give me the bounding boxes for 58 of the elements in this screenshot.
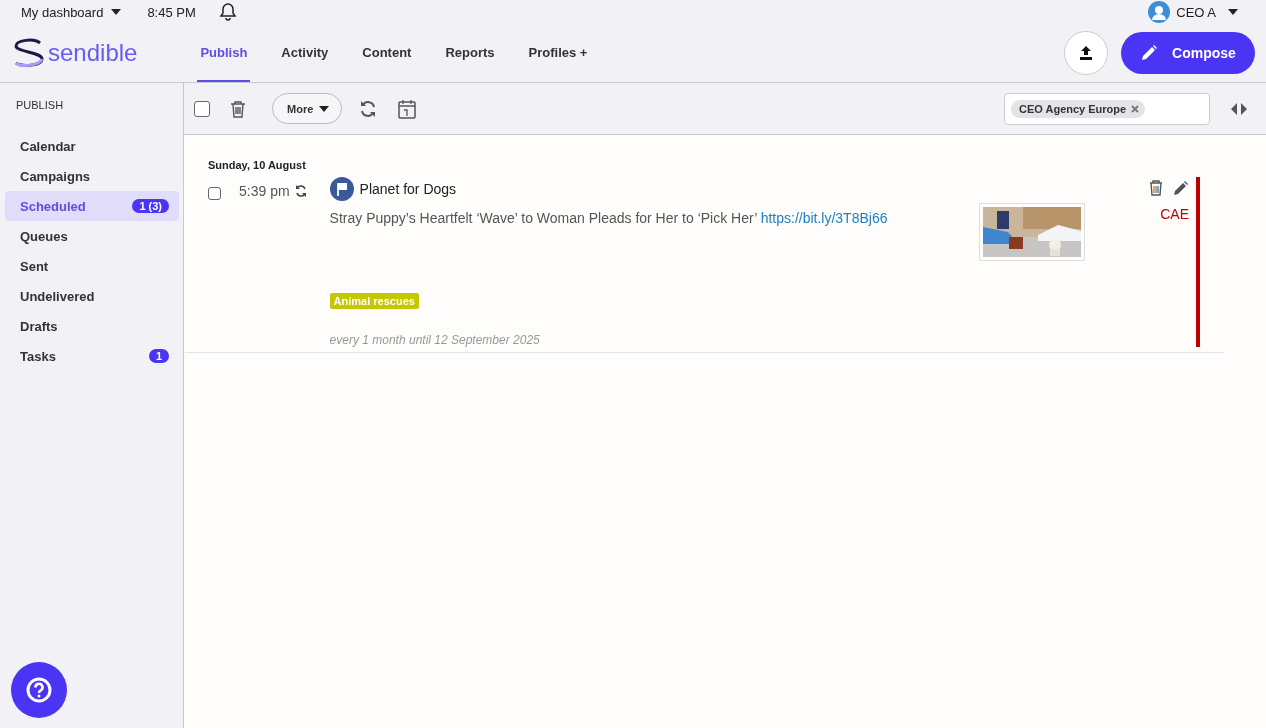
upload-button[interactable] [1064, 31, 1108, 75]
nav-tab[interactable]: Profiles + [525, 24, 591, 82]
date-heading: Sunday, 10 August [208, 159, 307, 171]
trash-icon[interactable] [1149, 180, 1163, 196]
profile-name: Planet for Dogs [359, 181, 457, 197]
bell-icon[interactable] [217, 2, 238, 22]
sidebar-item[interactable]: Campaigns [5, 161, 179, 191]
dashboard-menu[interactable]: My dashboard [21, 4, 122, 20]
edit-icon[interactable] [1173, 180, 1189, 196]
nav-tab[interactable]: Activity [278, 24, 332, 82]
filter-chip[interactable]: CEO Agency Europe [1011, 99, 1146, 118]
item-label: Drafts [20, 318, 58, 334]
logo-drawing[interactable]: sendible [12, 38, 138, 68]
repeat-icon [293, 184, 308, 198]
sidebar-item[interactable]: Sent [5, 251, 179, 281]
caret-icon[interactable] [1228, 9, 1238, 15]
section-heading: PUBLISH [15, 98, 65, 113]
help-icon [25, 676, 53, 704]
clock-time: 8:45 PM [147, 4, 196, 20]
count-badge: 1 (3) [132, 199, 169, 213]
item-label: Tasks [20, 348, 56, 364]
post-checkbox[interactable] [208, 187, 221, 200]
post-text: Stray Puppy’s Heartfelt ‘Wave’ to Woman Pleads for Her to ‘Pick Her’ https://bit.ly/3T8Bj66 [329, 209, 888, 228]
trash-icon[interactable] [230, 99, 246, 118]
caret-icon [111, 9, 122, 15]
sidebar-item[interactable]: Tasks 1 [5, 341, 179, 371]
user-menu[interactable]: CEO A [1176, 4, 1216, 20]
sidebar-item[interactable]: Drafts [5, 311, 179, 341]
flag-icon [329, 177, 354, 201]
sidebar-item[interactable]: Queues [5, 221, 179, 251]
item-label: Calendar [20, 138, 76, 154]
account-label: CAE [1160, 206, 1189, 222]
upload-icon [1078, 45, 1094, 61]
close-icon[interactable] [1131, 104, 1140, 113]
item-label: Scheduled [20, 198, 86, 214]
compose-button[interactable]: Compose [1121, 32, 1255, 74]
post-time: 5:39 pm [239, 183, 290, 199]
item-label: Campaigns [20, 168, 91, 184]
item-label: Sent [20, 258, 49, 274]
item-label: Queues [20, 228, 68, 244]
collapse-icon[interactable] [1230, 102, 1248, 115]
post-link[interactable]: https://bit.ly/3T8Bj66 [760, 210, 888, 226]
nav-tab[interactable]: Content [359, 24, 415, 82]
help-button[interactable] [11, 662, 67, 718]
more-button[interactable]: More [272, 93, 343, 124]
profile-filter-field[interactable]: CEO Agency Europe [1004, 92, 1210, 125]
pencil-icon [1140, 44, 1159, 62]
sidebar-item[interactable]: Scheduled 1 (3) [5, 191, 179, 221]
nav-tab[interactable]: Reports [442, 24, 498, 82]
caret-icon [319, 105, 330, 112]
sidebar-item[interactable]: Undelivered [5, 281, 179, 311]
sidebar-item[interactable]: Calendar [5, 131, 179, 161]
recurrence-text: every 1 month until 12 September 2025 [329, 333, 541, 347]
item-label: Undelivered [20, 288, 95, 304]
calendar-icon[interactable] [398, 98, 417, 119]
count-badge: 1 [148, 349, 169, 363]
select-all-checkbox[interactable] [194, 100, 210, 117]
avatar-icon[interactable] [1148, 1, 1171, 23]
